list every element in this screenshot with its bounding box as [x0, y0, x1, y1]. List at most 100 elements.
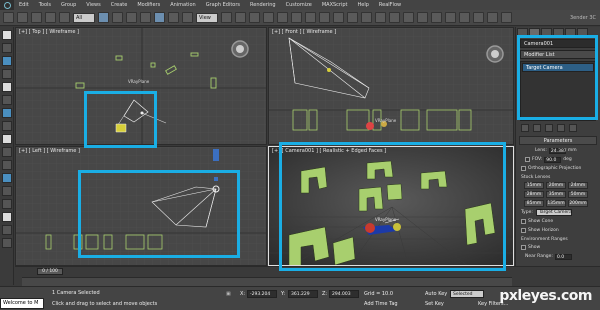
realflow-icon[interactable] — [487, 12, 498, 23]
modify-tab-icon[interactable] — [529, 28, 540, 36]
realflow-export-icon[interactable] — [501, 12, 512, 23]
lens-20mm-button[interactable]: 20mm — [546, 182, 566, 189]
move-icon[interactable] — [154, 12, 165, 23]
keyboard-shortcut-icon[interactable] — [249, 12, 260, 23]
lens-28mm-button[interactable]: 28mm — [524, 191, 544, 198]
unlink-icon[interactable] — [45, 12, 56, 23]
menu-customize[interactable]: Customize — [281, 0, 317, 10]
selection-filter-dropdown[interactable]: All — [73, 12, 95, 23]
strip-tool-icon[interactable] — [2, 160, 12, 170]
app-logo-icon[interactable] — [0, 0, 14, 10]
teapot-icon[interactable] — [473, 12, 484, 23]
viewport-left-label[interactable]: [+] [ Left ] [ Wireframe ] — [19, 148, 80, 154]
viewport-left[interactable]: [+] [ Left ] [ Wireframe ] — [15, 146, 267, 266]
x-coordinate[interactable]: -293.204 — [247, 290, 277, 298]
menu-maxscript[interactable]: MAXScript — [317, 0, 353, 10]
named-selection-icon[interactable] — [319, 12, 330, 23]
fov-direction-icon[interactable] — [525, 157, 530, 162]
region-select-icon[interactable] — [126, 12, 137, 23]
strip-tool-icon[interactable] — [2, 173, 12, 183]
pivot-center-icon[interactable] — [221, 12, 232, 23]
pin-stack-icon[interactable] — [521, 124, 529, 132]
rendered-frame-icon[interactable] — [445, 12, 456, 23]
maxscript-listener[interactable]: Welcome to M — [0, 298, 44, 309]
time-slider[interactable]: 0 / 100 — [37, 268, 63, 275]
lens-85mm-button[interactable]: 85mm — [524, 200, 544, 207]
show-horizon-checkbox[interactable] — [521, 228, 526, 233]
strip-tool-icon[interactable] — [2, 56, 12, 66]
lens-spinner[interactable]: 24.387 — [548, 147, 567, 154]
add-time-tag[interactable]: Add Time Tag — [364, 301, 398, 307]
time-slider-bar[interactable]: 0 / 100 — [15, 266, 600, 276]
near-range-spinner[interactable]: 0.0 — [554, 253, 572, 260]
mirror-icon[interactable] — [333, 12, 344, 23]
modifier-list-dropdown[interactable]: Modifier List — [520, 50, 596, 59]
strip-tool-icon[interactable] — [2, 147, 12, 157]
strip-tool-icon[interactable] — [2, 212, 12, 222]
stack-item-target-camera[interactable]: Target Camera — [522, 63, 594, 72]
schematic-view-icon[interactable] — [403, 12, 414, 23]
viewport-top-label[interactable]: [+] [ Top ] [ Wireframe ] — [19, 29, 79, 35]
menu-modifiers[interactable]: Modifiers — [132, 0, 165, 10]
align-icon[interactable] — [347, 12, 358, 23]
strip-tool-icon[interactable] — [2, 134, 12, 144]
menu-help[interactable]: Help — [353, 0, 374, 10]
menu-create[interactable]: Create — [106, 0, 133, 10]
bind-space-warp-icon[interactable] — [59, 12, 70, 23]
strip-tool-icon[interactable] — [2, 186, 12, 196]
link-icon[interactable] — [31, 12, 42, 23]
fov-spinner[interactable]: 90.0 — [544, 156, 562, 163]
render-icon[interactable] — [459, 12, 470, 23]
auto-key-button[interactable]: Auto Key — [425, 291, 447, 297]
scale-icon[interactable] — [182, 12, 193, 23]
make-unique-icon[interactable] — [545, 124, 553, 132]
window-crossing-icon[interactable] — [140, 12, 151, 23]
undo-icon[interactable] — [3, 12, 14, 23]
configure-sets-icon[interactable] — [569, 124, 577, 132]
lens-50mm-button[interactable]: 50mm — [568, 191, 588, 198]
strip-tool-icon[interactable] — [2, 238, 12, 248]
env-show-checkbox[interactable] — [521, 245, 526, 250]
strip-tool-icon[interactable] — [2, 30, 12, 40]
show-cone-checkbox[interactable] — [521, 219, 526, 224]
ortho-checkbox[interactable] — [521, 166, 526, 171]
menu-rendering[interactable]: Rendering — [245, 0, 281, 10]
graphite-toggle-icon[interactable] — [375, 12, 386, 23]
remove-modifier-icon[interactable] — [557, 124, 565, 132]
hierarchy-tab-icon[interactable] — [541, 28, 552, 36]
angle-snap-icon[interactable] — [277, 12, 288, 23]
spinner-snap-icon[interactable] — [305, 12, 316, 23]
display-tab-icon[interactable] — [565, 28, 576, 36]
lens-35mm-button[interactable]: 35mm — [546, 191, 566, 198]
lens-135mm-button[interactable]: 135mm — [546, 200, 566, 207]
menu-views[interactable]: Views — [81, 0, 105, 10]
strip-tool-icon[interactable] — [2, 95, 12, 105]
strip-tool-icon[interactable] — [2, 121, 12, 131]
viewport-front[interactable]: [+] [ Front ] [ Wireframe ] VRayPlane — [268, 27, 514, 145]
create-tab-icon[interactable] — [517, 28, 528, 36]
strip-tool-icon[interactable] — [2, 108, 12, 118]
viewport-front-label[interactable]: [+] [ Front ] [ Wireframe ] — [272, 29, 336, 35]
manipulate-icon[interactable] — [235, 12, 246, 23]
select-by-name-icon[interactable] — [112, 12, 123, 23]
menu-group[interactable]: Group — [56, 0, 81, 10]
key-mode-dropdown[interactable]: Selected — [450, 290, 484, 298]
modifier-stack[interactable]: Target Camera — [520, 61, 596, 121]
select-object-icon[interactable] — [98, 12, 109, 23]
lock-selection-icon[interactable]: ▣ — [226, 291, 231, 297]
lens-200mm-button[interactable]: 200mm — [568, 200, 588, 207]
strip-tool-icon[interactable] — [2, 43, 12, 53]
menu-edit[interactable]: Edit — [14, 0, 34, 10]
menu-graph-editors[interactable]: Graph Editors — [201, 0, 245, 10]
menu-tools[interactable]: Tools — [34, 0, 56, 10]
camera-type-dropdown[interactable]: Target Camera — [535, 209, 572, 216]
strip-tool-icon[interactable] — [2, 225, 12, 235]
y-coordinate[interactable]: 361.229 — [288, 290, 318, 298]
snaps-toggle-icon[interactable] — [263, 12, 274, 23]
strip-tool-icon[interactable] — [2, 69, 12, 79]
motion-tab-icon[interactable] — [553, 28, 564, 36]
viewport-camera[interactable]: [+] [ Camera001 ] [ Realistic + Edged Fa… — [268, 146, 514, 266]
object-name-field[interactable]: Camera001 — [520, 39, 596, 48]
render-setup-icon[interactable] — [431, 12, 442, 23]
utilities-tab-icon[interactable] — [577, 28, 588, 36]
